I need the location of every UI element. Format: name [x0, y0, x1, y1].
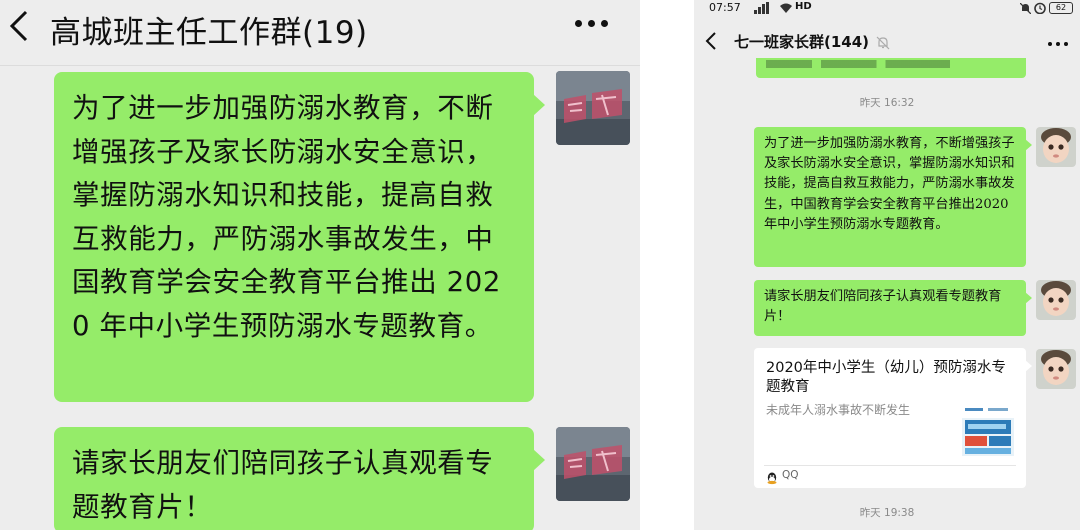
message-bubble[interactable]: 请家长朋友们陪同孩子认真观看专题教育片！: [754, 280, 1032, 336]
network-label: HD: [795, 1, 812, 12]
message-bubble[interactable]: 为了进一步加强防溺水教育，不断增强孩子及家长防溺水安全意识，掌握防溺水知识和技能…: [54, 72, 545, 402]
status-time: 07:57: [709, 1, 741, 14]
link-card-description: 未成年人溺水事故不断发生: [766, 403, 911, 417]
link-card[interactable]: 2020年中小学生（幼儿）预防溺水专题教育 未成年人溺水事故不断发生 QQ: [754, 348, 1032, 488]
message-bubble[interactable]: 请家长朋友们陪同孩子认真观看专题教育片！: [54, 427, 545, 530]
right-chat-screen: 07:57 HD 62 七一班家长群(144) 昨天 16:32 为了进一步加强…: [694, 0, 1080, 530]
timestamp: 昨天 16:32: [859, 97, 915, 109]
signal-icon: [754, 2, 772, 14]
alarm-icon: [1034, 2, 1046, 15]
avatar[interactable]: [556, 71, 630, 145]
link-card-thumbnail: [962, 404, 1014, 456]
mute-icon: [1019, 2, 1032, 15]
previous-message-bubble: [756, 58, 1026, 78]
avatar[interactable]: [1036, 127, 1076, 167]
back-arrow-icon[interactable]: [6, 8, 46, 48]
timestamp: 昨天 19:38: [859, 507, 915, 519]
status-bar: 07:57 HD 62: [694, 0, 1080, 17]
wifi-icon: [780, 3, 792, 13]
more-icon[interactable]: [572, 6, 612, 36]
left-chat-screen: 高城班主任工作群(19) 为了进一步加强防溺水教育，不断增强孩子及家长防溺水安全…: [0, 0, 640, 530]
qq-icon: [766, 470, 778, 485]
battery-icon: 62: [1049, 2, 1073, 14]
avatar[interactable]: [556, 427, 630, 501]
more-icon[interactable]: [1046, 36, 1070, 50]
link-card-source: QQ: [782, 469, 799, 481]
avatar[interactable]: [1036, 349, 1076, 389]
chat-header: 七一班家长群(144): [694, 22, 1080, 62]
message-bubble[interactable]: 为了进一步加强防溺水教育，不断增强孩子及家长防溺水安全意识，掌握防溺水知识和技能…: [754, 127, 1032, 267]
chat-title: 七一班家长群(144): [734, 33, 870, 51]
back-arrow-icon[interactable]: [704, 30, 720, 52]
link-card-title: 2020年中小学生（幼儿）预防溺水专题教育: [766, 360, 1006, 395]
chat-title: 高城班主任工作群(19): [50, 15, 368, 51]
mute-bell-icon: [876, 35, 890, 50]
divider: [764, 465, 1016, 466]
avatar[interactable]: [1036, 280, 1076, 320]
chat-header: 高城班主任工作群(19): [0, 0, 640, 66]
